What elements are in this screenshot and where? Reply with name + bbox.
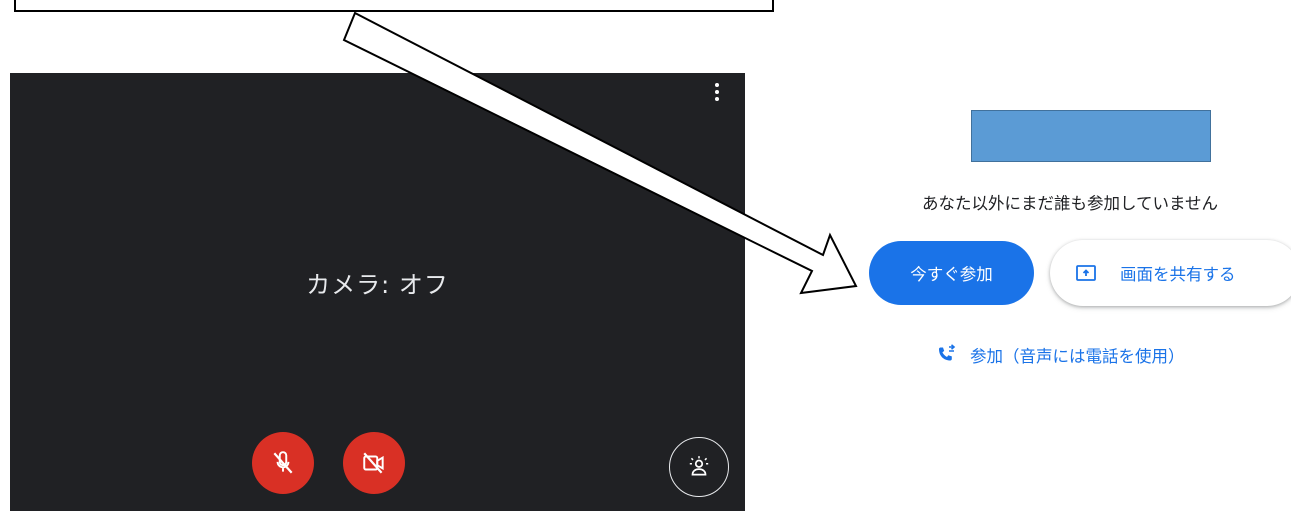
camera-status-text: カメラ: オフ [306,271,449,299]
share-screen-button[interactable]: 画面を共有する [1050,240,1291,306]
join-now-label: 今すぐ参加 [910,265,993,284]
camera-toggle-button[interactable] [343,432,405,494]
video-preview: カメラ: オフ [10,73,745,511]
phone-join-label: 参加（音声には電話を使用） [970,347,1185,366]
redacted-meeting-name [971,110,1211,162]
share-screen-label: 画面を共有する [1120,265,1236,284]
videocam-off-icon [363,452,384,474]
annotation-callout-box [14,0,774,12]
join-now-button[interactable]: 今すぐ参加 [869,241,1034,305]
mic-toggle-button[interactable] [252,432,314,494]
visual-effects-button[interactable] [669,437,729,497]
phone-forwarded-icon [939,344,956,361]
participants-status: あなた以外にまだ誰も参加していません [921,194,1218,213]
more-options-icon[interactable] [707,79,727,105]
present-to-all-icon [1076,265,1096,281]
mic-off-icon [273,451,293,474]
visual-effects-icon [689,456,709,476]
join-with-phone-link[interactable]: 参加（音声には電話を使用） [934,342,1185,368]
